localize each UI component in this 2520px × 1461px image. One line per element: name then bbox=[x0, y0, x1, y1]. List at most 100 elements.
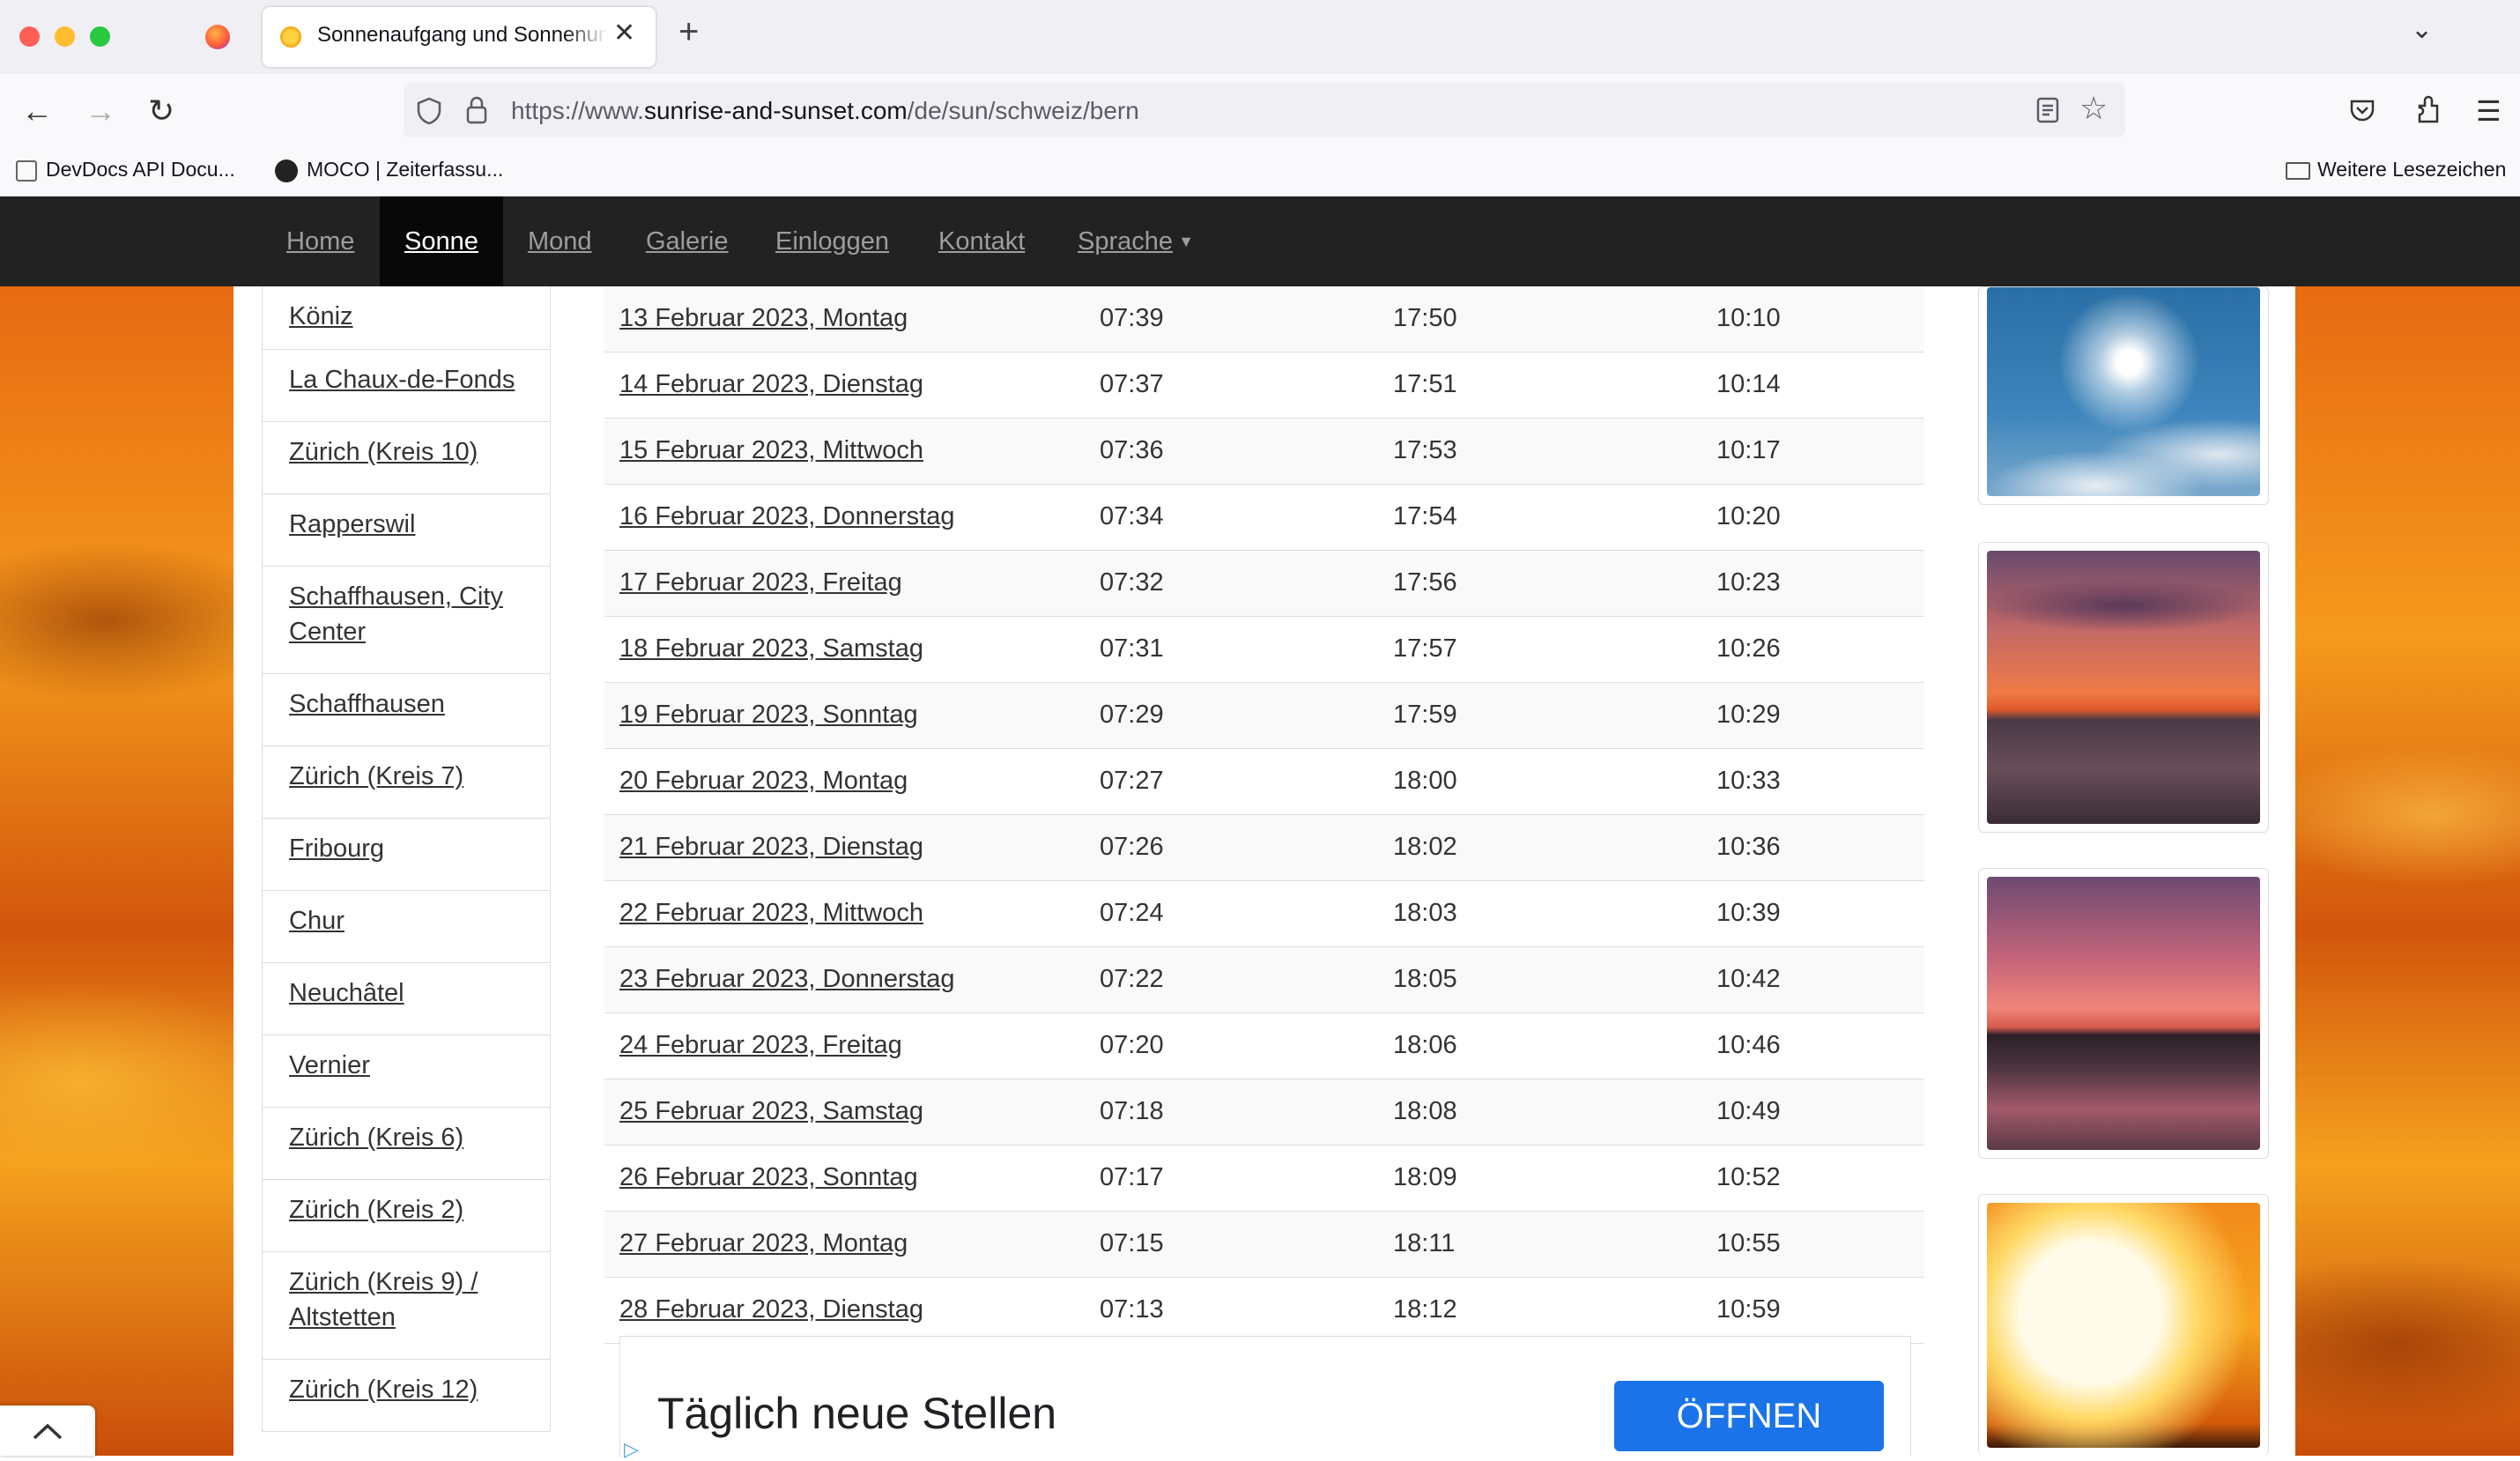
date-link[interactable]: 23 Februar 2023, Donnerstag bbox=[619, 965, 954, 994]
extensions-icon[interactable] bbox=[2414, 95, 2442, 125]
url-text[interactable]: https://www.sunrise-and-sunset.com/de/su… bbox=[511, 97, 1139, 125]
date-link[interactable]: 19 Februar 2023, Sonntag bbox=[619, 701, 918, 730]
sidebar-item-zurich-kreis-12[interactable]: Zürich (Kreis 12) bbox=[262, 1360, 551, 1432]
sidebar-item-zurich-kreis-6[interactable]: Zürich (Kreis 6) bbox=[262, 1108, 551, 1180]
maximize-window-button[interactable] bbox=[90, 26, 110, 47]
date-link[interactable]: 27 Februar 2023, Montag bbox=[619, 1229, 908, 1258]
nav-kontakt[interactable]: Kontakt bbox=[914, 197, 1049, 286]
gallery-thumbnail[interactable] bbox=[1978, 542, 2269, 833]
date-link[interactable]: 24 Februar 2023, Freitag bbox=[619, 1031, 902, 1060]
lock-icon[interactable] bbox=[465, 95, 488, 125]
sunset-time: 17:50 bbox=[1393, 304, 1457, 332]
gallery-thumbnail[interactable] bbox=[1978, 286, 2269, 505]
sidebar-item-rapperswil[interactable]: Rapperswil bbox=[262, 494, 551, 567]
table-row: 19 Februar 2023, Sonntag 07:29 17:59 10:29 bbox=[604, 683, 1924, 749]
sidebar-item-zurich-kreis-10[interactable]: Zürich (Kreis 10) bbox=[262, 422, 551, 494]
nav-galerie[interactable]: Galerie bbox=[621, 197, 753, 286]
nav-mond[interactable]: Mond bbox=[503, 197, 617, 286]
day-length: 10:52 bbox=[1716, 1163, 1781, 1191]
date-link[interactable]: 15 Februar 2023, Mittwoch bbox=[619, 436, 923, 465]
date-link[interactable]: 25 Februar 2023, Samstag bbox=[619, 1097, 923, 1126]
sun-times-table: 13 Februar 2023, Montag 07:39 17:50 10:10 1… bbox=[604, 286, 1924, 1344]
date-link[interactable]: 26 Februar 2023, Sonntag bbox=[619, 1163, 918, 1192]
date-link[interactable]: 28 Februar 2023, Dienstag bbox=[619, 1295, 923, 1324]
caret-down-icon: ▼ bbox=[1178, 233, 1195, 250]
sunrise-time: 07:24 bbox=[1100, 899, 1164, 927]
table-row: 26 Februar 2023, Sonntag 07:17 18:09 10:52 bbox=[604, 1146, 1924, 1212]
bookmark-devdocs[interactable]: DevDocs API Docu... bbox=[16, 158, 235, 182]
chevron-down-icon[interactable]: ⌄ bbox=[2411, 14, 2433, 45]
pocket-icon[interactable] bbox=[2349, 97, 2375, 123]
tab-title: Sonnenaufgang und Sonnenuntergang bbox=[317, 23, 608, 47]
sunrise-time: 07:32 bbox=[1100, 568, 1164, 597]
bookmark-moco[interactable]: MOCO | Zeiterfassu... bbox=[275, 158, 503, 182]
date-link[interactable]: 18 Februar 2023, Samstag bbox=[619, 634, 923, 664]
date-link[interactable]: 16 Februar 2023, Donnerstag bbox=[619, 502, 954, 531]
date-link[interactable]: 14 Februar 2023, Dienstag bbox=[619, 370, 923, 399]
nav-sonne[interactable]: Sonne bbox=[380, 197, 503, 286]
sunset-time: 17:57 bbox=[1393, 634, 1457, 663]
table-row: 23 Februar 2023, Donnerstag 07:22 18:05 10:… bbox=[604, 947, 1924, 1013]
scroll-to-top-button[interactable] bbox=[0, 1405, 95, 1456]
url-bar[interactable]: https://www.sunrise-and-sunset.com/de/su… bbox=[404, 83, 2125, 137]
shield-icon[interactable] bbox=[416, 97, 442, 125]
nav-home[interactable]: Home bbox=[262, 197, 379, 286]
minimize-window-button[interactable] bbox=[55, 26, 75, 47]
advertisement[interactable]: Täglich neue Stellen ÖFFNEN ▷ bbox=[619, 1336, 1911, 1460]
nav-einloggen[interactable]: Einloggen bbox=[751, 197, 914, 286]
nav-sprache-dropdown[interactable]: Sprache ▼ bbox=[1053, 197, 1219, 286]
firefox-icon[interactable] bbox=[205, 25, 230, 49]
table-row: 20 Februar 2023, Montag 07:27 18:00 10:33 bbox=[604, 749, 1924, 815]
sidebar-item-neuchatel[interactable]: Neuchâtel bbox=[262, 963, 551, 1035]
sunrise-time: 07:31 bbox=[1100, 634, 1164, 663]
sunset-time: 18:11 bbox=[1393, 1229, 1456, 1257]
sidebar-item-la-chaux-de-fonds[interactable]: La Chaux-de-Fonds bbox=[262, 350, 551, 422]
reader-view-icon[interactable] bbox=[2035, 97, 2060, 123]
date-link[interactable]: 21 Februar 2023, Dienstag bbox=[619, 833, 923, 862]
close-tab-icon[interactable]: ✕ bbox=[613, 18, 635, 48]
folder-icon bbox=[2286, 161, 2310, 180]
day-length: 10:20 bbox=[1716, 502, 1781, 530]
table-row: 28 Februar 2023, Dienstag 07:13 18:12 10:59 bbox=[604, 1278, 1924, 1344]
day-length: 10:17 bbox=[1716, 436, 1781, 464]
gallery-thumbnail[interactable] bbox=[1978, 868, 2269, 1159]
sidebar-item-vernier[interactable]: Vernier bbox=[262, 1035, 551, 1108]
ad-open-button[interactable]: ÖFFNEN bbox=[1614, 1381, 1884, 1451]
sunset-time: 18:08 bbox=[1393, 1097, 1457, 1125]
sunset-time: 17:54 bbox=[1393, 502, 1457, 530]
sunrise-time: 07:26 bbox=[1100, 833, 1164, 861]
date-link[interactable]: 17 Februar 2023, Freitag bbox=[619, 568, 902, 597]
table-row: 24 Februar 2023, Freitag 07:20 18:06 10:46 bbox=[604, 1013, 1924, 1079]
sunset-time: 17:51 bbox=[1393, 370, 1457, 398]
sidebar-item-zurich-kreis-2[interactable]: Zürich (Kreis 2) bbox=[262, 1180, 551, 1252]
day-length: 10:10 bbox=[1716, 304, 1781, 332]
ad-choices-icon[interactable]: ▷ bbox=[624, 1438, 639, 1461]
sidebar-item-chur[interactable]: Chur bbox=[262, 891, 551, 963]
sunrise-time: 07:39 bbox=[1100, 304, 1164, 332]
bookmark-folder[interactable]: Weitere Lesezeichen bbox=[2286, 158, 2506, 182]
sidebar-item-fribourg[interactable]: Fribourg bbox=[262, 819, 551, 891]
forward-arrow-icon[interactable]: → bbox=[85, 93, 116, 129]
date-link[interactable]: 20 Februar 2023, Montag bbox=[619, 767, 908, 796]
sidebar-item-koniz[interactable]: Köniz bbox=[262, 286, 551, 350]
sidebar-item-zurich-kreis-9-altstetten[interactable]: Zürich (Kreis 9) / Altstetten bbox=[262, 1252, 551, 1360]
bright-sun-image bbox=[1987, 1203, 2260, 1448]
sidebar-item-zurich-kreis-7[interactable]: Zürich (Kreis 7) bbox=[262, 746, 551, 819]
date-link[interactable]: 22 Februar 2023, Mittwoch bbox=[619, 899, 923, 928]
bookmark-star-icon[interactable]: ☆ bbox=[2079, 90, 2108, 127]
gallery-thumbnail[interactable] bbox=[1978, 1194, 2269, 1456]
table-row: 18 Februar 2023, Samstag 07:31 17:57 10:26 bbox=[604, 617, 1924, 683]
back-arrow-icon[interactable]: ← bbox=[21, 93, 53, 129]
sunrise-time: 07:20 bbox=[1100, 1031, 1164, 1059]
menu-hamburger-icon[interactable]: ☰ bbox=[2476, 93, 2501, 129]
sidebar-item-schaffhausen[interactable]: Schaffhausen bbox=[262, 674, 551, 746]
table-row: 21 Februar 2023, Dienstag 07:26 18:02 10:36 bbox=[604, 815, 1924, 881]
close-window-button[interactable] bbox=[19, 26, 40, 47]
table-row: 14 Februar 2023, Dienstag 07:37 17:51 10:14 bbox=[604, 352, 1924, 419]
reload-icon[interactable]: ↻ bbox=[148, 93, 174, 129]
active-tab[interactable]: Sonnenaufgang und Sonnenuntergang ✕ bbox=[263, 7, 656, 67]
date-link[interactable]: 13 Februar 2023, Montag bbox=[619, 304, 908, 333]
sidebar-item-schaffhausen-city-center[interactable]: Schaffhausen, City Center bbox=[262, 567, 551, 674]
sunrise-time: 07:17 bbox=[1100, 1163, 1164, 1191]
new-tab-icon[interactable]: + bbox=[678, 12, 699, 52]
